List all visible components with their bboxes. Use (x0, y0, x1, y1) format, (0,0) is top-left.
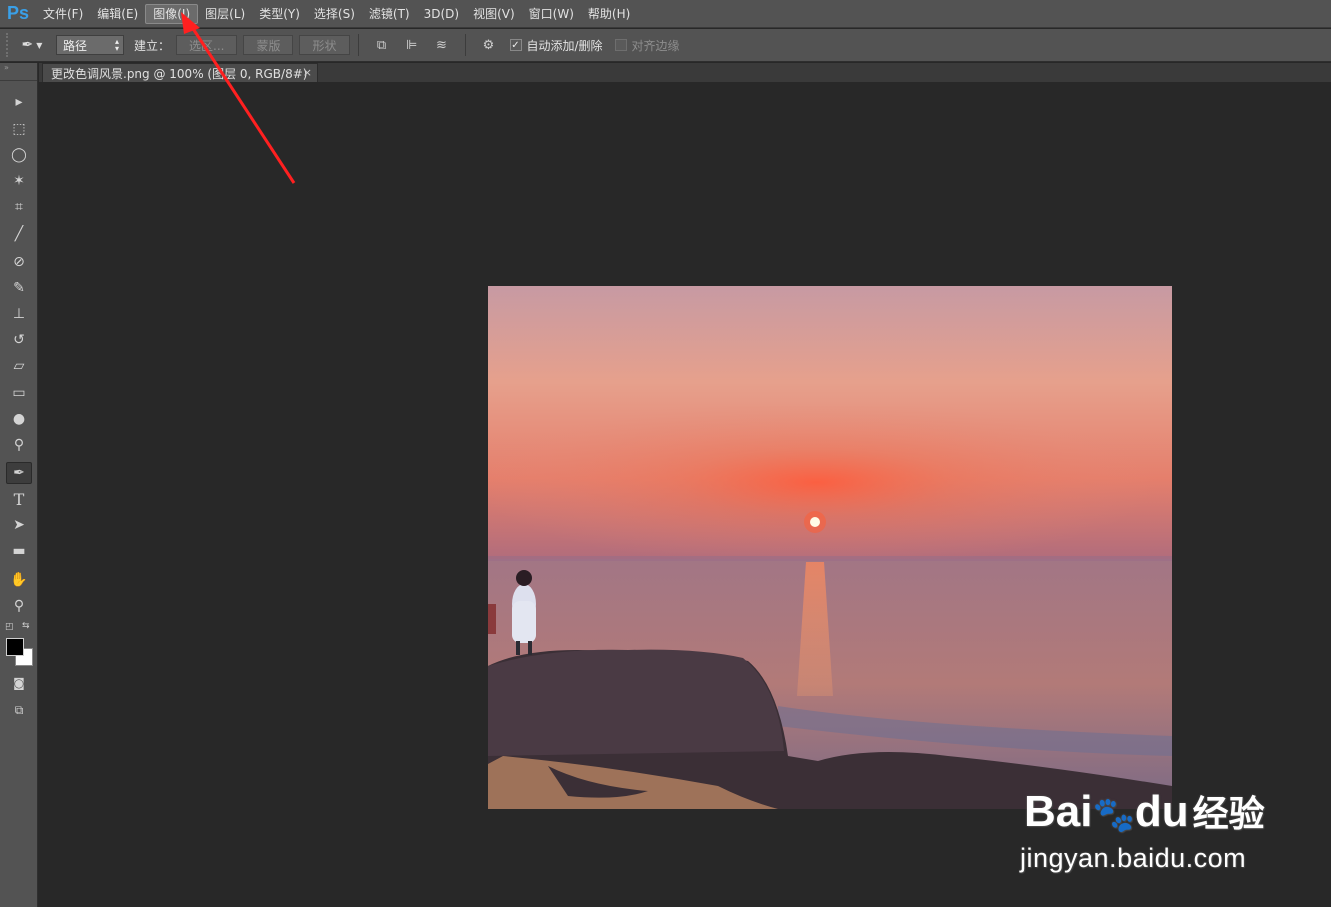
align-edges-option[interactable]: 对齐边缘 (614, 37, 680, 54)
baidu-logo: Bai🐾du 经验 (1024, 785, 1265, 837)
menu-window[interactable]: 窗口(W) (522, 4, 581, 24)
blur-tool-icon[interactable]: ● (6, 408, 32, 430)
align-edges-label: 对齐边缘 (631, 38, 680, 53)
healing-brush-tool-icon[interactable]: ⊘ (6, 251, 32, 273)
document-tab-title: 更改色调风景.png @ 100% (图层 0, RGB/8#) (51, 66, 308, 81)
document-tab-bar: 更改色调风景.png @ 100% (图层 0, RGB/8#) × (39, 63, 1331, 82)
type-tool-icon[interactable]: T (6, 488, 32, 510)
close-icon[interactable]: × (303, 66, 312, 79)
auto-add-delete-label: 自动添加/删除 (526, 38, 603, 53)
chevron-down-icon: ▼ (36, 40, 43, 50)
paw-icon: 🐾 (1092, 796, 1135, 834)
pen-mode-value: 路径 (63, 38, 88, 53)
move-tool-icon[interactable]: ▸ (6, 91, 32, 113)
tool-preset-picker[interactable]: ✒ ▼ (12, 33, 52, 57)
zoom-tool-icon[interactable]: ⚲ (6, 595, 32, 617)
foreground-color-swatch[interactable] (6, 638, 24, 656)
stamp-tool-icon[interactable]: ⊥ (6, 303, 32, 325)
sunset-sea-photo (488, 286, 1172, 809)
watermark-url: jingyan.baidu.com (1020, 843, 1247, 873)
tools-panel: » ▸ ⬚ ◯ ✶ ⌗ ╱ ⊘ ✎ ⊥ ↺ ▱ ▭ ● ⚲ ✒ T ➤ ▬ ✋ … (0, 63, 38, 907)
menu-view[interactable]: 视图(V) (466, 4, 522, 24)
auto-add-delete-option[interactable]: ✓ 自动添加/删除 (509, 37, 603, 54)
menu-3d[interactable]: 3D(D) (417, 4, 466, 24)
document-tab[interactable]: 更改色调风景.png @ 100% (图层 0, RGB/8#) × (42, 63, 318, 82)
marquee-tool-icon[interactable]: ⬚ (6, 118, 32, 140)
path-selection-tool-icon[interactable]: ➤ (6, 514, 32, 536)
sunset-image (488, 286, 1172, 809)
divider (357, 34, 359, 56)
shape-tool-icon[interactable]: ▬ (6, 540, 32, 562)
menu-help[interactable]: 帮助(H) (581, 4, 637, 24)
make-selection-button[interactable]: 选区... (176, 35, 238, 55)
quick-mask-icon[interactable]: ◙ (6, 672, 32, 694)
eyedropper-tool-icon[interactable]: ╱ (6, 223, 32, 245)
options-bar: ✒ ▼ 路径 ▴ ▾ 建立： 选区... 蒙版 形状 ⧉ ⊫ ≋ ⚙ ✓ 自动添加/… (0, 29, 1331, 62)
hand-tool-icon[interactable]: ✋ (6, 569, 32, 591)
make-label: 建立： (134, 38, 171, 53)
make-mask-button[interactable]: 蒙版 (243, 35, 294, 55)
gradient-tool-icon[interactable]: ▭ (6, 382, 32, 404)
baidu-logo-text: Bai (1024, 787, 1093, 836)
eraser-tool-icon[interactable]: ▱ (6, 355, 32, 377)
pen-mode-select[interactable]: 路径 ▴ ▾ (56, 35, 124, 55)
make-shape-button[interactable]: 形状 (299, 35, 350, 55)
history-brush-tool-icon[interactable]: ↺ (6, 329, 32, 351)
pen-icon: ✒ (21, 37, 34, 53)
path-operations-icon[interactable]: ⧉ (371, 34, 393, 56)
photoshop-logo: Ps (6, 3, 30, 23)
menu-type[interactable]: 类型(Y) (252, 4, 307, 24)
default-colors-icon[interactable]: ◰ (5, 622, 14, 632)
dodge-tool-icon[interactable]: ⚲ (6, 434, 32, 456)
menu-image[interactable]: 图像(I) (145, 3, 199, 24)
baidu-jingyan-watermark: Bai🐾du 经验 jingyan.baidu.com (1020, 765, 1270, 885)
brush-tool-icon[interactable]: ✎ (6, 277, 32, 299)
path-alignment-icon[interactable]: ⊫ (401, 34, 423, 56)
stepper-icon: ▴ ▾ (114, 37, 119, 53)
baidu-logo-suffix: du (1134, 787, 1189, 836)
menu-edit[interactable]: 编辑(E) (90, 4, 145, 24)
menu-file[interactable]: 文件(F) (36, 4, 90, 24)
tools-panel-header[interactable]: » (0, 63, 37, 81)
crop-tool-icon[interactable]: ⌗ (6, 196, 32, 218)
pen-tool-icon[interactable]: ✒ (6, 462, 32, 484)
menu-filter[interactable]: 滤镜(T) (362, 4, 417, 24)
path-arrangement-icon[interactable]: ≋ (431, 34, 453, 56)
divider (464, 34, 466, 56)
align-edges-checkbox[interactable] (614, 39, 627, 51)
menu-layer[interactable]: 图层(L) (198, 4, 252, 24)
auto-add-delete-checkbox[interactable]: ✓ (509, 39, 522, 51)
gear-icon[interactable]: ⚙ (478, 34, 500, 56)
jingyan-logo-text: 经验 (1192, 793, 1265, 834)
menu-select[interactable]: 选择(S) (307, 4, 362, 24)
menu-bar: Ps 文件(F) 编辑(E) 图像(I) 图层(L) 类型(Y) 选择(S) 滤… (0, 0, 1331, 28)
screen-mode-icon[interactable]: ⧉ (6, 699, 32, 721)
lasso-tool-icon[interactable]: ◯ (6, 144, 32, 166)
swap-colors-icon[interactable]: ⇆ (22, 621, 30, 631)
magic-wand-tool-icon[interactable]: ✶ (6, 170, 32, 192)
